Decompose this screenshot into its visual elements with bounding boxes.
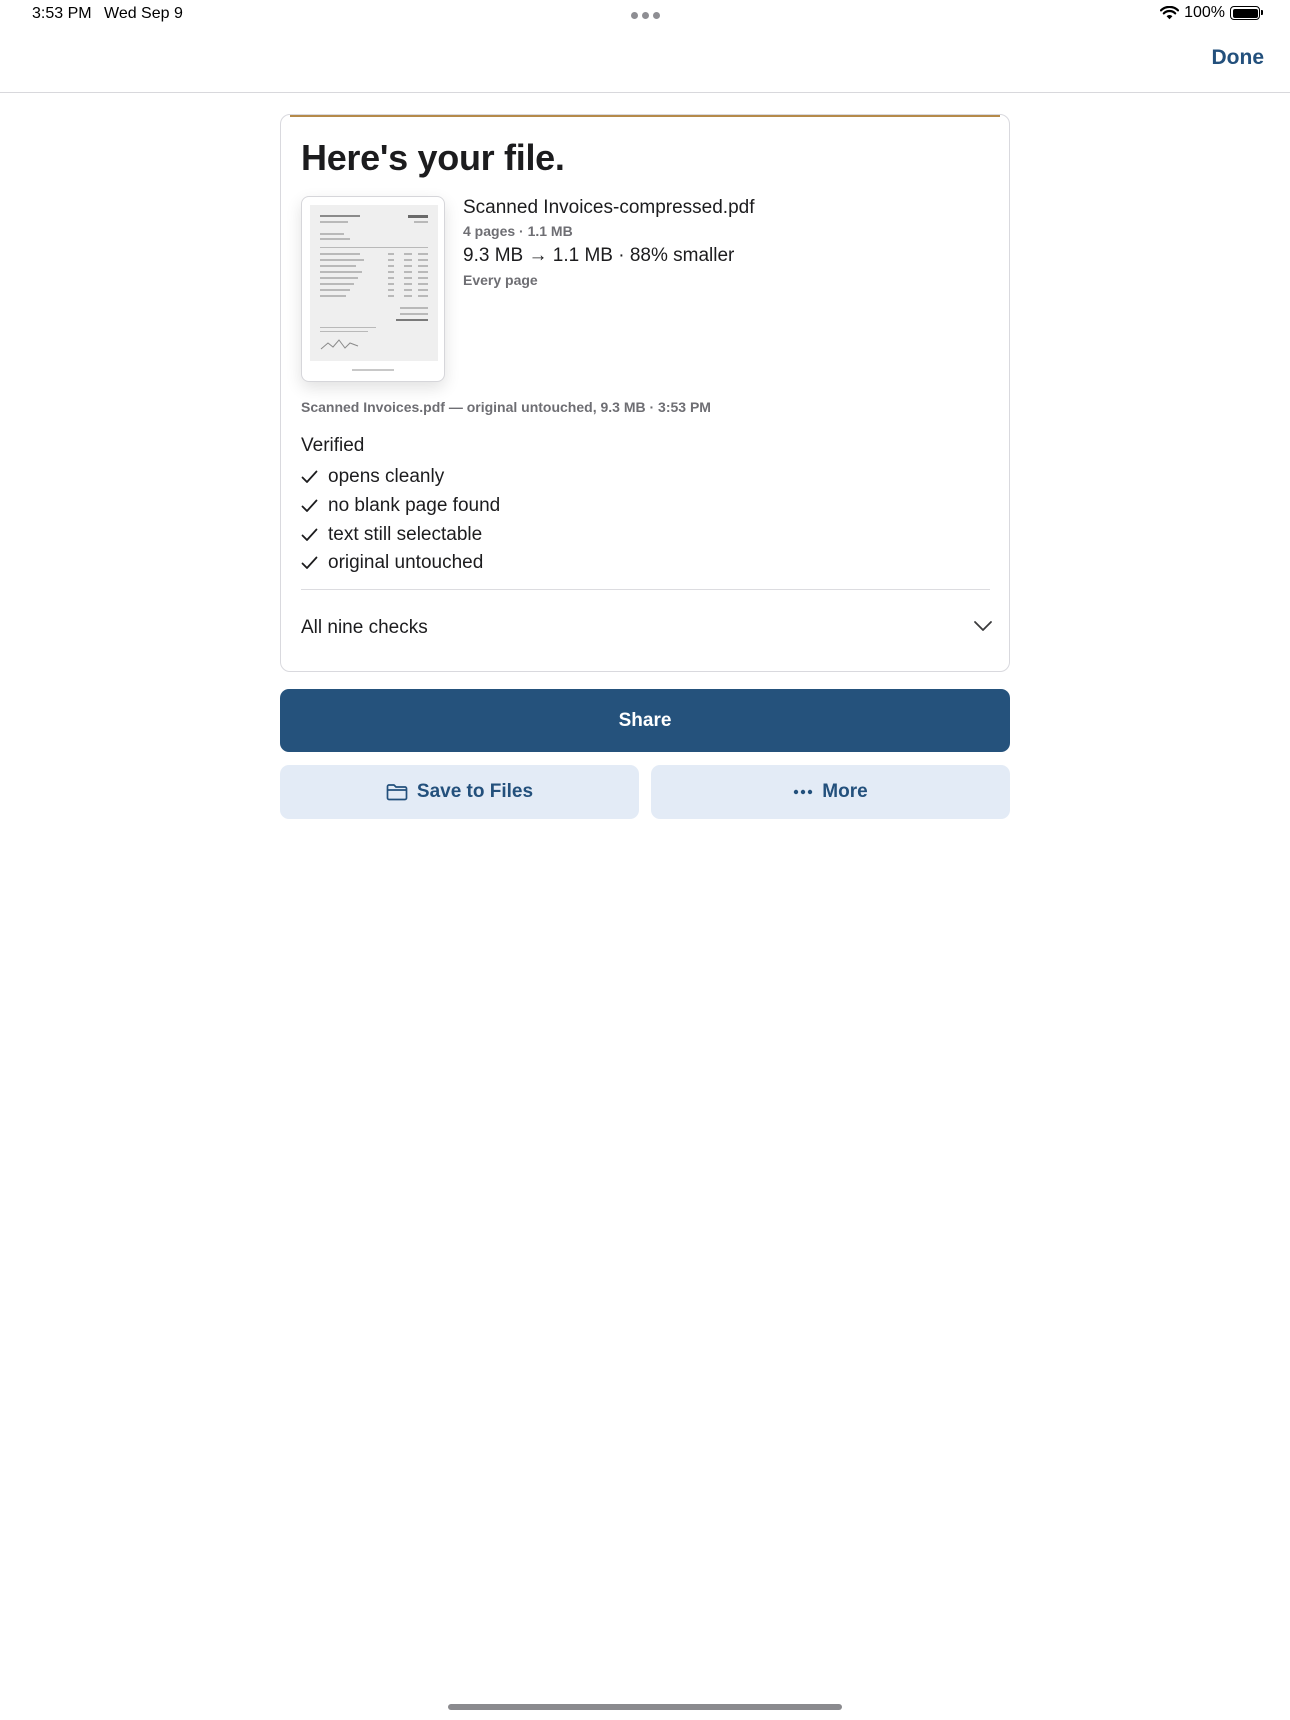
multitasking-dots-icon[interactable] xyxy=(631,12,660,19)
size-change-summary: 9.3 MB → 1.1 MB · 88% smaller xyxy=(463,245,735,266)
page-title: Here's your file. xyxy=(301,137,565,178)
save-to-files-button[interactable]: Save to Files xyxy=(280,765,639,819)
check-label: text still selectable xyxy=(328,523,483,545)
list-item: opens cleanly xyxy=(301,463,500,492)
card-accent-bar xyxy=(290,115,1000,117)
more-label: More xyxy=(822,781,868,802)
ellipsis-icon xyxy=(794,789,813,795)
more-button[interactable]: More xyxy=(651,765,1010,819)
divider xyxy=(301,589,990,590)
folder-icon xyxy=(386,784,408,801)
checkmark-icon xyxy=(301,528,318,541)
list-item: text still selectable xyxy=(301,520,500,549)
file-meta: 4 pages · 1.1 MB xyxy=(463,223,573,239)
thumbnail-page-footer xyxy=(352,369,394,371)
list-item: no blank page found xyxy=(301,492,500,521)
checkmark-icon xyxy=(301,557,318,570)
all-checks-label: All nine checks xyxy=(301,617,428,638)
result-card: Here's your file. Scanned Invoices-compr… xyxy=(280,114,1010,672)
compression-scope: Every page xyxy=(463,272,538,288)
verification-list: opens cleanly no blank page found text s… xyxy=(301,463,500,578)
chevron-down-icon xyxy=(974,621,992,631)
wifi-icon xyxy=(1160,6,1180,20)
share-button[interactable]: Share xyxy=(280,689,1010,752)
checkmark-icon xyxy=(301,470,318,484)
share-button-label: Share xyxy=(618,709,672,731)
save-to-files-label: Save to Files xyxy=(416,781,534,802)
battery-percentage: 100% xyxy=(1184,4,1225,21)
home-indicator[interactable] xyxy=(448,1704,842,1710)
checkmark-icon xyxy=(301,499,318,512)
status-time: 3:53 PM xyxy=(32,5,92,22)
battery-icon xyxy=(1230,6,1263,20)
pdf-thumbnail[interactable] xyxy=(301,196,445,382)
verified-heading: Verified xyxy=(301,435,365,456)
list-item: original untouched xyxy=(301,549,500,578)
check-label: original untouched xyxy=(328,552,484,574)
status-date: Wed Sep 9 xyxy=(104,5,183,22)
done-button[interactable]: Done xyxy=(1212,46,1265,70)
original-file-note: Scanned Invoices.pdf — original untouche… xyxy=(301,399,711,415)
thumbnail-page-preview xyxy=(310,205,438,361)
navigation-bar: Done xyxy=(0,32,1290,93)
check-label: no blank page found xyxy=(328,495,501,517)
status-bar: 3:53 PM Wed Sep 9 100% xyxy=(0,0,1290,32)
check-label: opens cleanly xyxy=(328,466,445,488)
file-name: Scanned Invoices-compressed.pdf xyxy=(463,197,755,218)
all-checks-disclosure[interactable]: All nine checks xyxy=(301,609,993,647)
status-indicators: 100% xyxy=(1160,4,1263,22)
